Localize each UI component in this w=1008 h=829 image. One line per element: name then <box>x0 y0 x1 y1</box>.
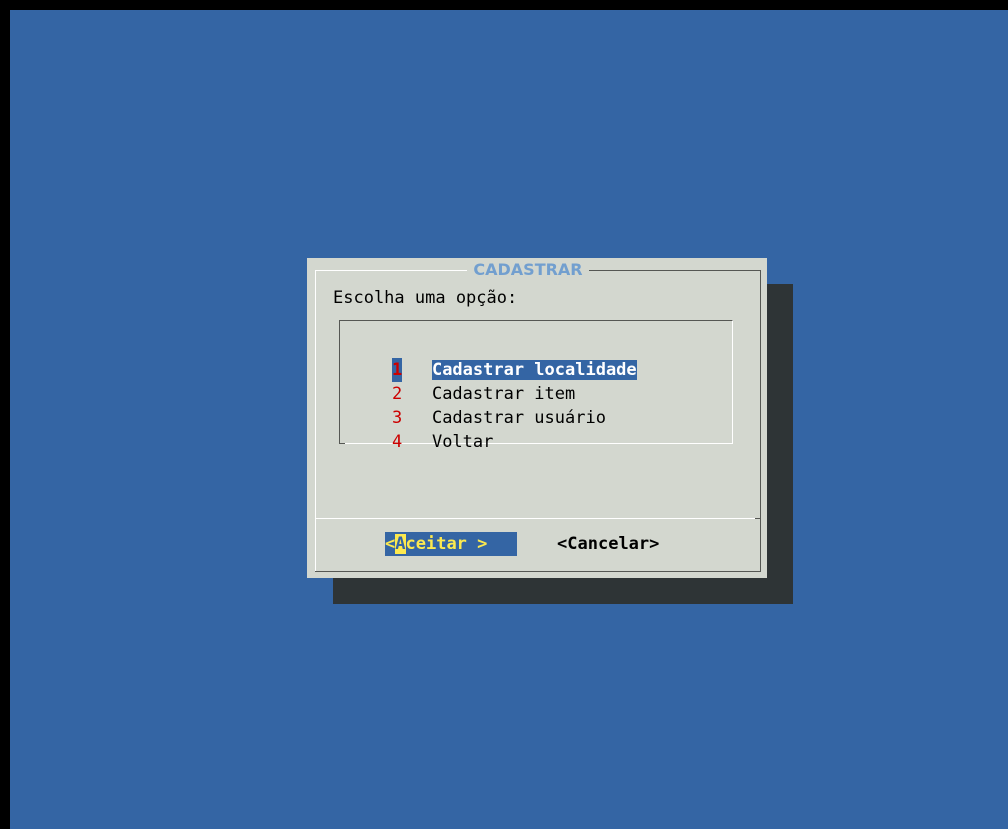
menu-item-cadastrar-localidade[interactable]: 1 Cadastrar localidade <box>351 334 637 382</box>
dialog-prompt: Escolha uma opção: <box>333 288 518 308</box>
cancel-label: ancelar <box>577 534 650 554</box>
dialog-frame-top-left <box>315 270 467 271</box>
dialog-frame-left <box>315 270 316 572</box>
menu-item-cadastrar-item[interactable]: 2 Cadastrar item <box>351 358 575 404</box>
menu-item-cadastrar-usuario[interactable]: 3 Cadastrar usuário <box>351 382 606 428</box>
cancel-open-bracket: < <box>557 534 568 554</box>
menu-dialog: CADASTRAR Escolha uma opção: 1 Cadastrar … <box>307 258 767 578</box>
accept-close-bracket: > <box>466 534 488 554</box>
button-separator-tick <box>755 518 761 519</box>
cancel-close-bracket: > <box>649 534 660 554</box>
accept-open-bracket: < <box>385 534 396 554</box>
dialog-frame-bottom <box>315 571 761 572</box>
accept-hotkey: A <box>395 534 406 554</box>
dialog-frame-top-right <box>589 270 761 271</box>
menu-item-tag: 4 <box>391 432 403 452</box>
menu-item-voltar[interactable]: 4 Voltar <box>351 406 493 452</box>
accept-label: ceitar <box>405 534 467 554</box>
cancel-button[interactable]: <Cancelar> <box>557 532 659 556</box>
button-separator <box>315 518 755 519</box>
dialog-frame-right <box>760 270 761 572</box>
dialog-title: CADASTRAR <box>467 260 589 280</box>
menu-item-label: Voltar <box>431 432 494 452</box>
cancel-hotkey: C <box>567 534 578 554</box>
accept-button[interactable]: <Aceitar > <box>385 532 517 556</box>
